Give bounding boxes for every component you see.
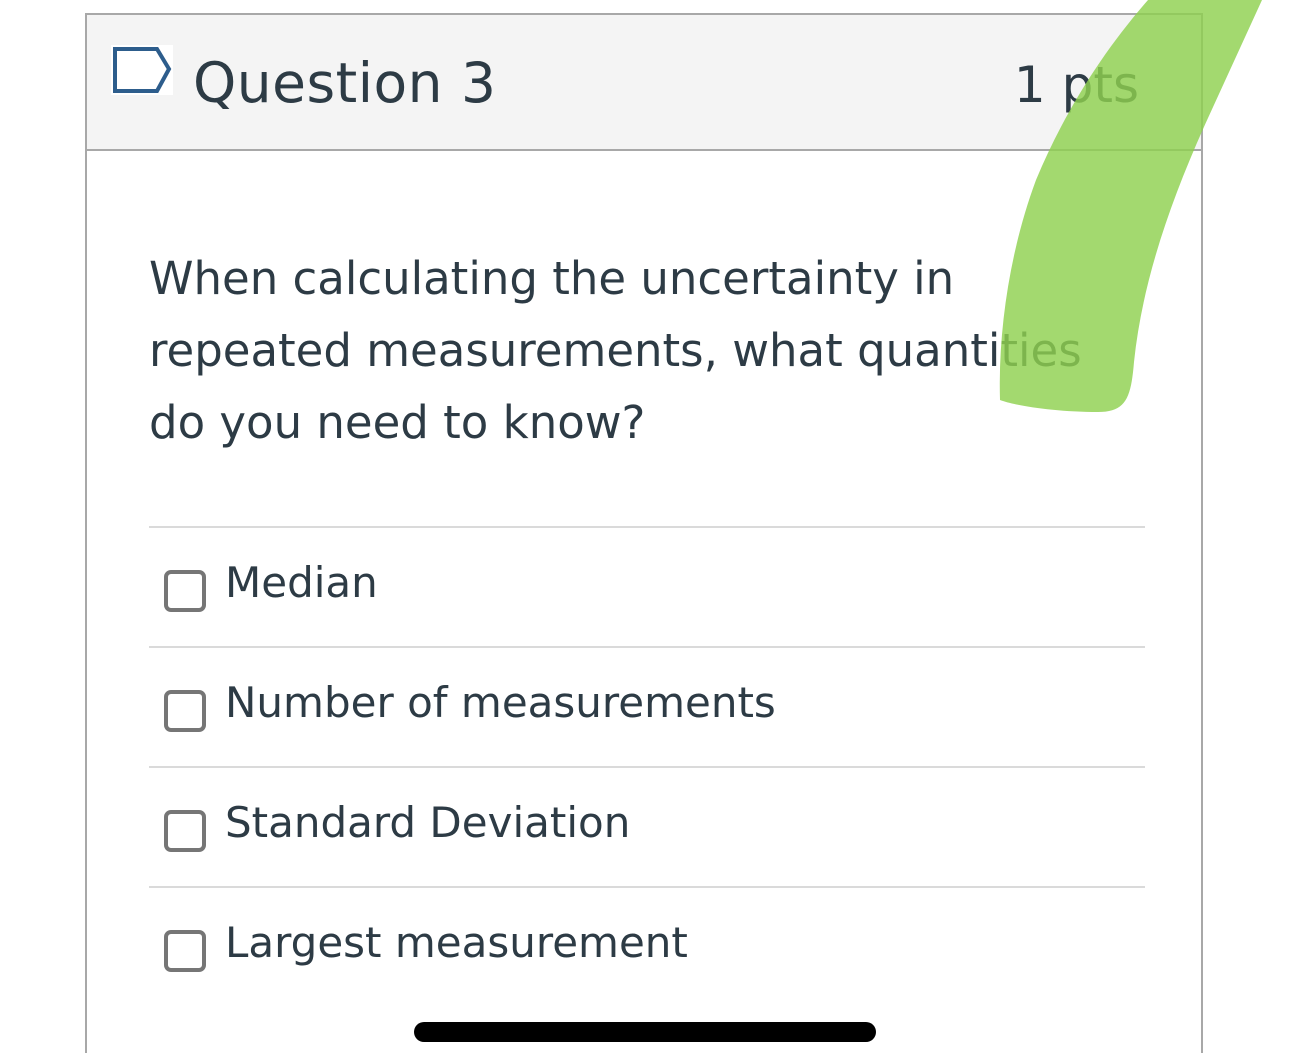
answer-option-largest-measurement[interactable]: Largest measurement — [149, 886, 1145, 1006]
answer-option-standard-deviation[interactable]: Standard Deviation — [149, 766, 1145, 886]
answer-label[interactable]: Median — [225, 554, 378, 612]
answer-option-number-of-measurements[interactable]: Number of measurements — [149, 646, 1145, 766]
answer-option-median[interactable]: Median — [149, 526, 1145, 646]
answer-label[interactable]: Standard Deviation — [225, 794, 630, 852]
question-card: Question 3 1 pts When calculating the un… — [85, 13, 1203, 1053]
question-text: When calculating the uncertainty in repe… — [149, 252, 1082, 449]
checkbox[interactable] — [164, 570, 206, 612]
checkbox[interactable] — [164, 930, 206, 972]
question-title: Question 3 — [193, 51, 497, 115]
question-points: 1 pts — [1013, 56, 1139, 114]
home-indicator[interactable] — [414, 1022, 876, 1042]
checkbox[interactable] — [164, 690, 206, 732]
answer-label[interactable]: Largest measurement — [225, 914, 688, 972]
flag-outline-icon[interactable] — [111, 45, 173, 95]
answer-label[interactable]: Number of measurements — [225, 674, 776, 732]
checkbox[interactable] — [164, 810, 206, 852]
answer-list: Median Number of measurements Standard D… — [149, 526, 1145, 1006]
question-header: Question 3 1 pts — [87, 15, 1201, 151]
